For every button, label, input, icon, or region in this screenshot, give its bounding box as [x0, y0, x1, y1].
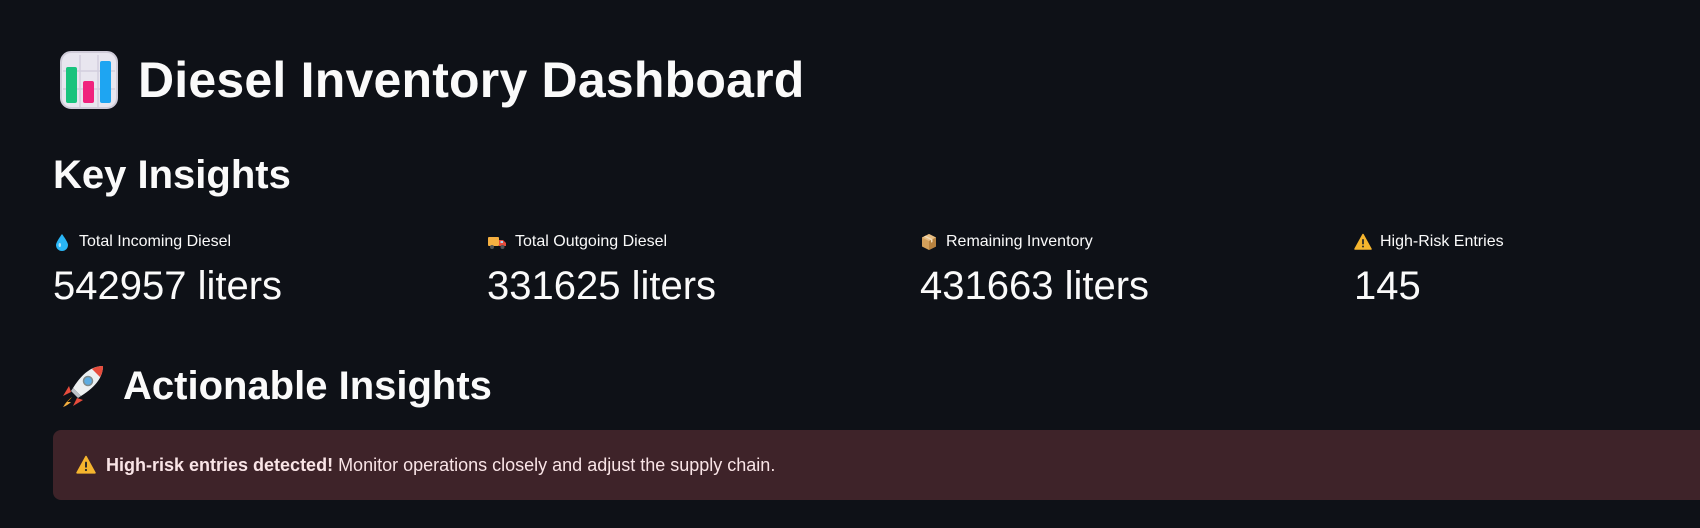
droplet-icon — [56, 234, 68, 251]
metric-label: High-Risk Entries — [1380, 233, 1504, 250]
metric-value: 542957 liters — [53, 264, 283, 308]
page-title: Diesel Inventory Dashboard — [138, 52, 805, 108]
alert-strong-text: High-risk entries detected! — [106, 454, 334, 475]
alert-message: High-risk entries detected! Monitor oper… — [106, 455, 775, 476]
metric-high-risk-entries: High-Risk Entries 145 — [1354, 230, 1700, 310]
key-insights-heading: Key Insights — [53, 153, 291, 197]
bar-chart-emoji-icon — [60, 51, 118, 109]
high-risk-alert: High-risk entries detected! Monitor oper… — [53, 430, 1700, 500]
delivery-truck-icon — [488, 237, 506, 249]
page-header: Diesel Inventory Dashboard — [60, 46, 805, 114]
metric-total-incoming: Total Incoming Diesel 542957 liters — [53, 230, 453, 310]
package-icon — [922, 234, 936, 250]
alert-body-text: Monitor operations closely and adjust th… — [333, 454, 776, 475]
warning-icon — [1354, 233, 1372, 250]
rocket-icon — [63, 366, 103, 407]
metric-total-outgoing: Total Outgoing Diesel 331625 liters — [487, 230, 887, 310]
warning-icon — [76, 455, 96, 474]
metric-label: Total Outgoing Diesel — [515, 233, 668, 250]
metric-label: Total Incoming Diesel — [79, 233, 232, 250]
metric-value: 331625 liters — [487, 264, 717, 308]
metric-value: 431663 liters — [920, 264, 1150, 308]
metric-remaining-inventory: Remaining Inventory 431663 liters — [920, 230, 1320, 310]
actionable-insights-heading: Actionable Insights — [123, 364, 492, 408]
metric-value: 145 — [1354, 264, 1421, 308]
metric-label: Remaining Inventory — [946, 233, 1093, 250]
dashboard-page: Diesel Inventory Dashboard Key Insights … — [0, 0, 1700, 528]
actionable-insights-header: Actionable Insights — [59, 360, 492, 412]
metrics-row: Total Incoming Diesel 542957 liters Tota… — [53, 230, 1700, 310]
